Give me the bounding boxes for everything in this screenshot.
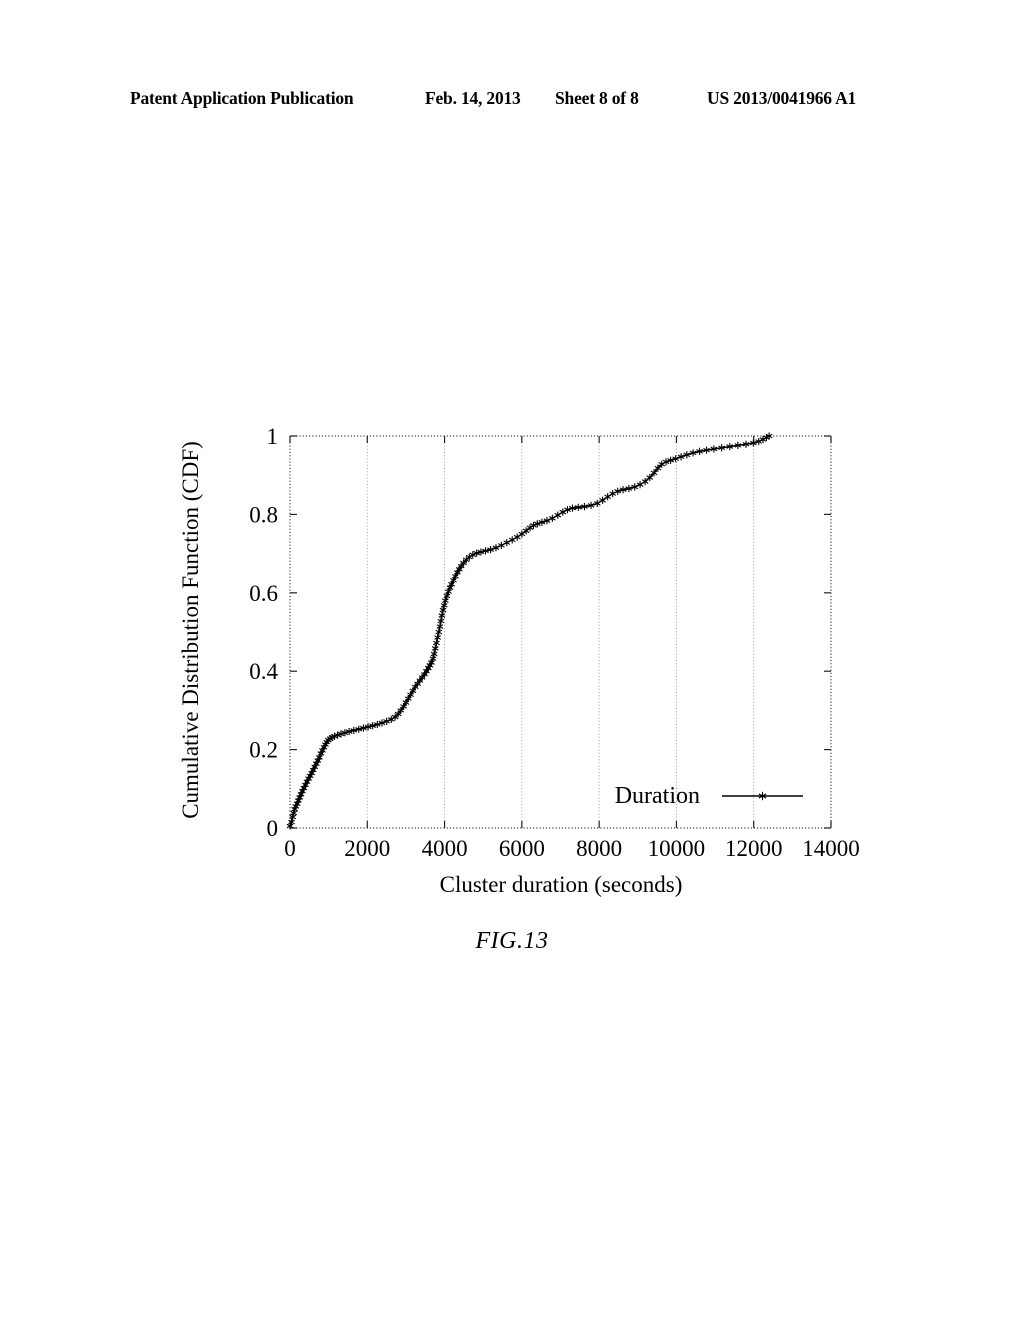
y-tick-label: 0.4 (249, 659, 278, 684)
figure-caption: FIG.13 (475, 928, 549, 954)
x-tick-label: 14000 (802, 836, 860, 861)
chart-legend: Duration (615, 783, 803, 809)
x-tick-label: 0 (284, 836, 296, 861)
x-axis-title: Cluster duration (seconds) (440, 872, 683, 897)
x-tick-label: 10000 (648, 836, 706, 861)
series-line-duration (289, 435, 770, 827)
legend-label-duration: Duration (615, 783, 700, 809)
y-tick-label: 0.2 (249, 738, 278, 763)
figure-13: Cumulative Distribution Function (CDF) C… (0, 0, 1024, 1320)
chart-frame (289, 435, 832, 829)
x-tick-label: 12000 (725, 836, 783, 861)
chart-tickmarks (289, 435, 832, 829)
y-tick-label: 0 (267, 816, 279, 841)
y-tick-label: 1 (267, 424, 279, 449)
y-tick-label: 0.8 (249, 502, 278, 527)
chart-gridlines (366, 436, 755, 828)
y-axis-title: Cumulative Distribution Function (CDF) (178, 441, 203, 819)
x-tick-label: 2000 (344, 836, 390, 861)
x-tick-label: 8000 (576, 836, 622, 861)
x-tick-label: 6000 (499, 836, 545, 861)
x-tick-label: 4000 (422, 836, 468, 861)
cdf-chart: Cumulative Distribution Function (CDF) C… (178, 424, 860, 897)
y-tick-labels: 0 0.2 0.4 0.6 0.8 1 (249, 424, 278, 841)
y-tick-label: 0.6 (249, 581, 278, 606)
data-series-duration (286, 432, 773, 830)
x-tick-labels: 0 2000 4000 6000 8000 10000 12000 14000 (284, 836, 860, 861)
